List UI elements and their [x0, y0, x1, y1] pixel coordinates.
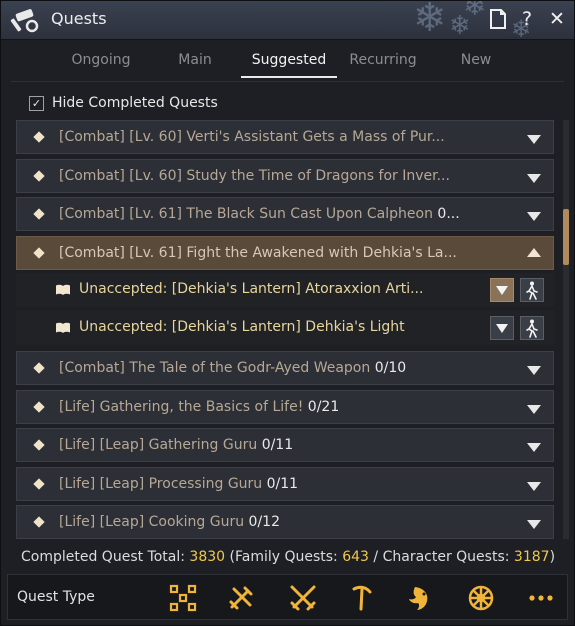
quest-type-label: Quest Type	[17, 589, 95, 605]
diamond-icon	[33, 247, 45, 259]
total-count: 3830	[189, 549, 226, 565]
subquest-row[interactable]: Unaccepted: [Dehkia's Lantern] Atoraxxio…	[16, 273, 554, 307]
tab-recurring[interactable]: Recurring	[338, 52, 428, 68]
title-bar[interactable]: Quests ❄ ❄ ❄ ❄ ? ✕	[1, 1, 574, 40]
crossed-swords-icon[interactable]	[288, 583, 318, 613]
chevron-down-icon[interactable]	[527, 443, 541, 452]
quest-list: [Combat] [Lv. 60] Verti's Assistant Gets…	[16, 120, 554, 539]
chevron-down-icon[interactable]	[527, 520, 541, 529]
walking-person-icon	[526, 281, 538, 300]
quest-scroll-icon	[10, 9, 39, 33]
quest-row[interactable]: [Combat] [Lv. 61] The Black Sun Cast Upo…	[16, 197, 554, 231]
diamond-icon	[33, 362, 45, 374]
tab-new[interactable]: New	[431, 52, 521, 68]
crossed-tools-icon[interactable]	[226, 583, 256, 613]
quest-row[interactable]: [Combat] The Tale of the Godr-Ayed Weapo…	[16, 351, 554, 385]
quest-row[interactable]: [Life] [Leap] Gathering Guru 0/11	[16, 428, 554, 462]
quest-label: [Life] [Leap] Processing Guru 0/11	[59, 476, 299, 492]
accept-quest-button[interactable]	[490, 316, 514, 340]
walking-person-icon	[526, 319, 538, 338]
subquest-label: Unaccepted: [Dehkia's Lantern] Dehkia's …	[79, 319, 405, 335]
quest-row[interactable]: [Life] [Leap] Cooking Guru 0/12	[16, 505, 554, 539]
diamond-icon	[33, 208, 45, 220]
book-icon	[56, 322, 70, 333]
scatter-squares-icon[interactable]	[168, 583, 198, 613]
accept-quest-button[interactable]	[490, 278, 514, 302]
diamond-icon	[33, 439, 45, 451]
totals-separator: /	[373, 549, 379, 565]
notes-icon[interactable]	[486, 7, 510, 31]
diamond-icon	[33, 516, 45, 528]
quest-progress: 0...	[437, 206, 460, 222]
chevron-down-icon[interactable]	[527, 135, 541, 144]
quest-progress: 0/12	[248, 514, 280, 530]
chevron-down-icon[interactable]	[527, 174, 541, 183]
hide-completed-checkbox[interactable]: ✓	[29, 95, 44, 111]
quest-label: [Combat] [Lv. 61] The Black Sun Cast Upo…	[59, 206, 460, 222]
quest-label: [Combat] [Lv. 60] Verti's Assistant Gets…	[59, 129, 445, 145]
tab-divider	[11, 81, 564, 82]
chevron-down-icon[interactable]	[527, 212, 541, 221]
quest-progress: 0/11	[266, 476, 299, 492]
quest-label: [Life] Gathering, the Basics of Life! 0/…	[59, 399, 340, 415]
subquest-label: Unaccepted: [Dehkia's Lantern] Atoraxxio…	[79, 281, 424, 297]
quest-tabs: Ongoing Main Suggested Recurring New	[1, 41, 574, 81]
window-title: Quests	[51, 9, 107, 28]
quest-row[interactable]: [Life] [Leap] Processing Guru 0/11	[16, 467, 554, 501]
diamond-icon	[33, 170, 45, 182]
quests-window: Quests ❄ ❄ ❄ ❄ ? ✕ Ongoing Main Suggeste…	[0, 0, 575, 626]
family-count: 643	[342, 549, 369, 565]
character-count: 3187	[513, 549, 550, 565]
help-icon[interactable]: ?	[515, 7, 539, 31]
tab-suggested[interactable]: Suggested	[241, 52, 337, 78]
quest-progress: 0/21	[307, 399, 340, 415]
chevron-down-icon[interactable]	[527, 482, 541, 491]
scrollbar-thumb[interactable]	[563, 209, 569, 265]
quest-label: [Combat] [Lv. 60] Study the Time of Drag…	[59, 168, 450, 184]
quest-label: [Life] [Leap] Cooking Guru 0/12	[59, 514, 280, 530]
diamond-icon	[33, 131, 45, 143]
chevron-up-icon[interactable]	[527, 248, 541, 257]
totals-close-paren: )	[549, 549, 556, 565]
close-icon[interactable]: ✕	[545, 7, 569, 31]
quest-label: [Life] [Leap] Gathering Guru 0/11	[59, 437, 294, 453]
chevron-down-icon	[496, 324, 508, 333]
chevron-down-icon[interactable]	[527, 405, 541, 414]
chevron-down-icon[interactable]	[527, 366, 541, 375]
ship-wheel-icon[interactable]	[466, 583, 496, 613]
fish-icon[interactable]	[405, 583, 435, 613]
tab-ongoing[interactable]: Ongoing	[56, 52, 146, 68]
quest-row[interactable]: [Combat] [Lv. 60] Study the Time of Drag…	[16, 159, 554, 193]
quest-row-expanded[interactable]: [Combat] [Lv. 61] Fight the Awakened wit…	[16, 236, 554, 270]
quest-label: [Combat] The Tale of the Godr-Ayed Weapo…	[59, 360, 407, 376]
pickaxe-icon[interactable]	[346, 583, 376, 613]
snowflake-decoration-icon: ❄	[463, 1, 487, 22]
character-label: Character Quests:	[382, 549, 510, 565]
quest-progress: 0/11	[261, 437, 294, 453]
book-icon	[56, 284, 70, 295]
auto-path-button[interactable]	[520, 278, 544, 302]
tab-main[interactable]: Main	[150, 52, 240, 68]
quest-row[interactable]: [Combat] [Lv. 60] Verti's Assistant Gets…	[16, 120, 554, 154]
more-dots-icon[interactable]	[526, 583, 556, 613]
quest-progress: 0/10	[374, 360, 407, 376]
quest-row[interactable]: [Life] Gathering, the Basics of Life! 0/…	[16, 390, 554, 424]
hide-completed-label: Hide Completed Quests	[52, 95, 218, 111]
diamond-icon	[33, 401, 45, 413]
snowflake-decoration-icon: ❄	[413, 1, 447, 40]
quest-list-scrollbar[interactable]	[563, 120, 569, 539]
quest-label: [Combat] [Lv. 61] Fight the Awakened wit…	[59, 245, 457, 261]
chevron-down-icon	[496, 286, 508, 295]
hide-completed-toggle[interactable]: ✓ Hide Completed Quests	[29, 93, 218, 113]
totals-label: Completed Quest Total:	[21, 549, 185, 565]
diamond-icon	[33, 478, 45, 490]
auto-path-button[interactable]	[520, 316, 544, 340]
quest-totals: Completed Quest Total: 3830 (Family Ques…	[21, 549, 555, 565]
family-label: (Family Quests:	[229, 549, 338, 565]
subquest-row[interactable]: Unaccepted: [Dehkia's Lantern] Dehkia's …	[16, 311, 554, 345]
quest-type-bar: Quest Type	[7, 574, 568, 620]
